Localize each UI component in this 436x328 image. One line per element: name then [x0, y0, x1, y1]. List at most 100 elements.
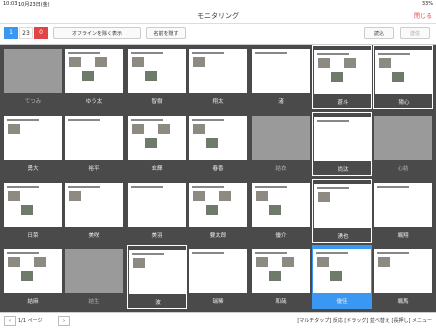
- student-tile[interactable]: 翔太: [188, 45, 248, 109]
- status-time: 10:03: [3, 1, 18, 7]
- student-screen-thumbnail: [314, 117, 372, 161]
- status-battery: 33%: [421, 1, 433, 7]
- student-screen-thumbnail: [65, 116, 123, 160]
- import-button[interactable]: 読込: [364, 27, 394, 39]
- student-name-label: 湧也: [337, 234, 349, 240]
- student-screen-thumbnail: [374, 116, 432, 160]
- student-name-label: 結麻: [27, 299, 39, 305]
- student-name-label: 和哉: [275, 299, 287, 305]
- student-screen-thumbnail: [314, 184, 372, 228]
- student-name-label: 尚汰: [337, 167, 349, 173]
- send-button[interactable]: 送信: [400, 27, 430, 39]
- student-name-label: 優佳: [336, 299, 348, 305]
- student-tile[interactable]: 玄輝: [127, 112, 187, 176]
- student-name-label: ゆう太: [85, 99, 103, 105]
- student-tile[interactable]: 結衣: [251, 112, 311, 176]
- student-name-label: 裕平: [88, 166, 100, 172]
- student-screen-thumbnail: [374, 183, 432, 227]
- student-grid: てつみ ゆう太 智樹 翔太 渚 蒼斗 陽心勇大 裕平 玄輝 春香 結衣 尚汰 心結日菜 美咲 美羽 要太郎 優介…: [0, 45, 436, 312]
- title-bar: モニタリング 閉じる: [0, 9, 436, 24]
- offline-filter-button[interactable]: オフラインを除く表示: [53, 27, 141, 39]
- student-tile[interactable]: 日菜: [3, 179, 63, 243]
- student-tile[interactable]: 優佳: [312, 245, 372, 309]
- page-indicator: 1/1 ページ: [18, 318, 43, 324]
- student-tile[interactable]: 春香: [188, 112, 248, 176]
- student-tile[interactable]: 蒼斗: [312, 45, 372, 109]
- student-tile[interactable]: 湧也: [312, 179, 372, 243]
- student-screen-thumbnail: [65, 249, 123, 293]
- student-name-label: 渚: [278, 99, 284, 105]
- student-screen-thumbnail: [65, 49, 123, 93]
- student-screen-thumbnail: [314, 50, 372, 94]
- student-screen-thumbnail: [129, 250, 187, 294]
- student-tile[interactable]: 優介: [251, 179, 311, 243]
- status-date: 10月23日(金): [18, 2, 50, 8]
- segment-count-b[interactable]: 23: [19, 27, 33, 39]
- student-name-label: 波: [155, 300, 161, 306]
- student-tile[interactable]: 美羽: [127, 179, 187, 243]
- status-bar: 10:03 10月23日(金) 33%: [0, 0, 436, 9]
- student-screen-thumbnail: [128, 116, 186, 160]
- student-screen-thumbnail: [189, 249, 247, 293]
- student-name-label: 智樹: [151, 99, 163, 105]
- student-tile[interactable]: 結麻: [3, 245, 63, 309]
- student-name-label: 美咲: [88, 233, 100, 239]
- student-tile[interactable]: 勇大: [3, 112, 63, 176]
- student-name-label: 心結: [397, 166, 409, 172]
- student-name-label: 要太郎: [209, 233, 227, 239]
- student-name-label: 日菜: [27, 233, 39, 239]
- student-name-label: てつみ: [24, 99, 42, 105]
- student-screen-thumbnail: [4, 249, 62, 293]
- student-name-label: 陽心: [398, 100, 410, 106]
- student-tile[interactable]: 波: [127, 245, 187, 309]
- student-name-label: 颯翔: [397, 233, 409, 239]
- hide-names-button[interactable]: 名前を隠す: [146, 27, 186, 39]
- student-screen-thumbnail: [65, 183, 123, 227]
- student-tile[interactable]: 渚: [251, 45, 311, 109]
- student-screen-thumbnail: [252, 249, 310, 293]
- bottom-bar: ‹ 1/1 ページ › [マルチタップ] 反応 [ドラッグ] 並べ替え [長押し…: [0, 312, 436, 328]
- close-button[interactable]: 閉じる: [414, 11, 432, 20]
- student-tile[interactable]: 颯馬: [373, 245, 433, 309]
- student-name-label: 蒼斗: [337, 100, 349, 106]
- student-name-label: 瑞稀: [212, 299, 224, 305]
- student-tile[interactable]: 智樹: [127, 45, 187, 109]
- student-tile[interactable]: 結生: [64, 245, 124, 309]
- student-screen-thumbnail: [4, 183, 62, 227]
- student-tile[interactable]: 陽心: [373, 45, 433, 109]
- student-screen-thumbnail: [374, 249, 432, 293]
- student-tile[interactable]: てつみ: [3, 45, 63, 109]
- student-name-label: 勇大: [27, 166, 39, 172]
- student-tile[interactable]: 心結: [373, 112, 433, 176]
- student-screen-thumbnail: [189, 116, 247, 160]
- student-tile[interactable]: ゆう太: [64, 45, 124, 109]
- student-screen-thumbnail: [189, 183, 247, 227]
- student-name-label: 結生: [88, 299, 100, 305]
- student-name-label: 颯馬: [397, 299, 409, 305]
- student-screen-thumbnail: [313, 249, 371, 293]
- segment-count-c[interactable]: 0: [34, 27, 48, 39]
- student-screen-thumbnail: [4, 49, 62, 93]
- prev-page-button[interactable]: ‹: [4, 316, 16, 326]
- student-tile[interactable]: 裕平: [64, 112, 124, 176]
- segment-count-a[interactable]: 1: [4, 27, 18, 39]
- student-tile[interactable]: 尚汰: [312, 112, 372, 176]
- student-screen-thumbnail: [4, 116, 62, 160]
- student-screen-thumbnail: [252, 49, 310, 93]
- student-tile[interactable]: 和哉: [251, 245, 311, 309]
- student-name-label: 玄輝: [151, 166, 163, 172]
- student-name-label: 美羽: [151, 233, 163, 239]
- student-tile[interactable]: 瑞稀: [188, 245, 248, 309]
- student-screen-thumbnail: [128, 183, 186, 227]
- next-page-button[interactable]: ›: [58, 316, 70, 326]
- student-tile[interactable]: 美咲: [64, 179, 124, 243]
- student-name-label: 翔太: [212, 99, 224, 105]
- student-tile[interactable]: 要太郎: [188, 179, 248, 243]
- gesture-help-text: [マルチタップ] 反応 [ドラッグ] 並べ替え [長押し] メニュー: [297, 318, 432, 324]
- student-tile[interactable]: 颯翔: [373, 179, 433, 243]
- student-screen-thumbnail: [252, 116, 310, 160]
- student-name-label: 春香: [212, 166, 224, 172]
- student-screen-thumbnail: [252, 183, 310, 227]
- toolbar: 1 23 0 オフラインを除く表示 名前を隠す 読込 送信: [0, 24, 436, 45]
- student-name-label: 結衣: [275, 166, 287, 172]
